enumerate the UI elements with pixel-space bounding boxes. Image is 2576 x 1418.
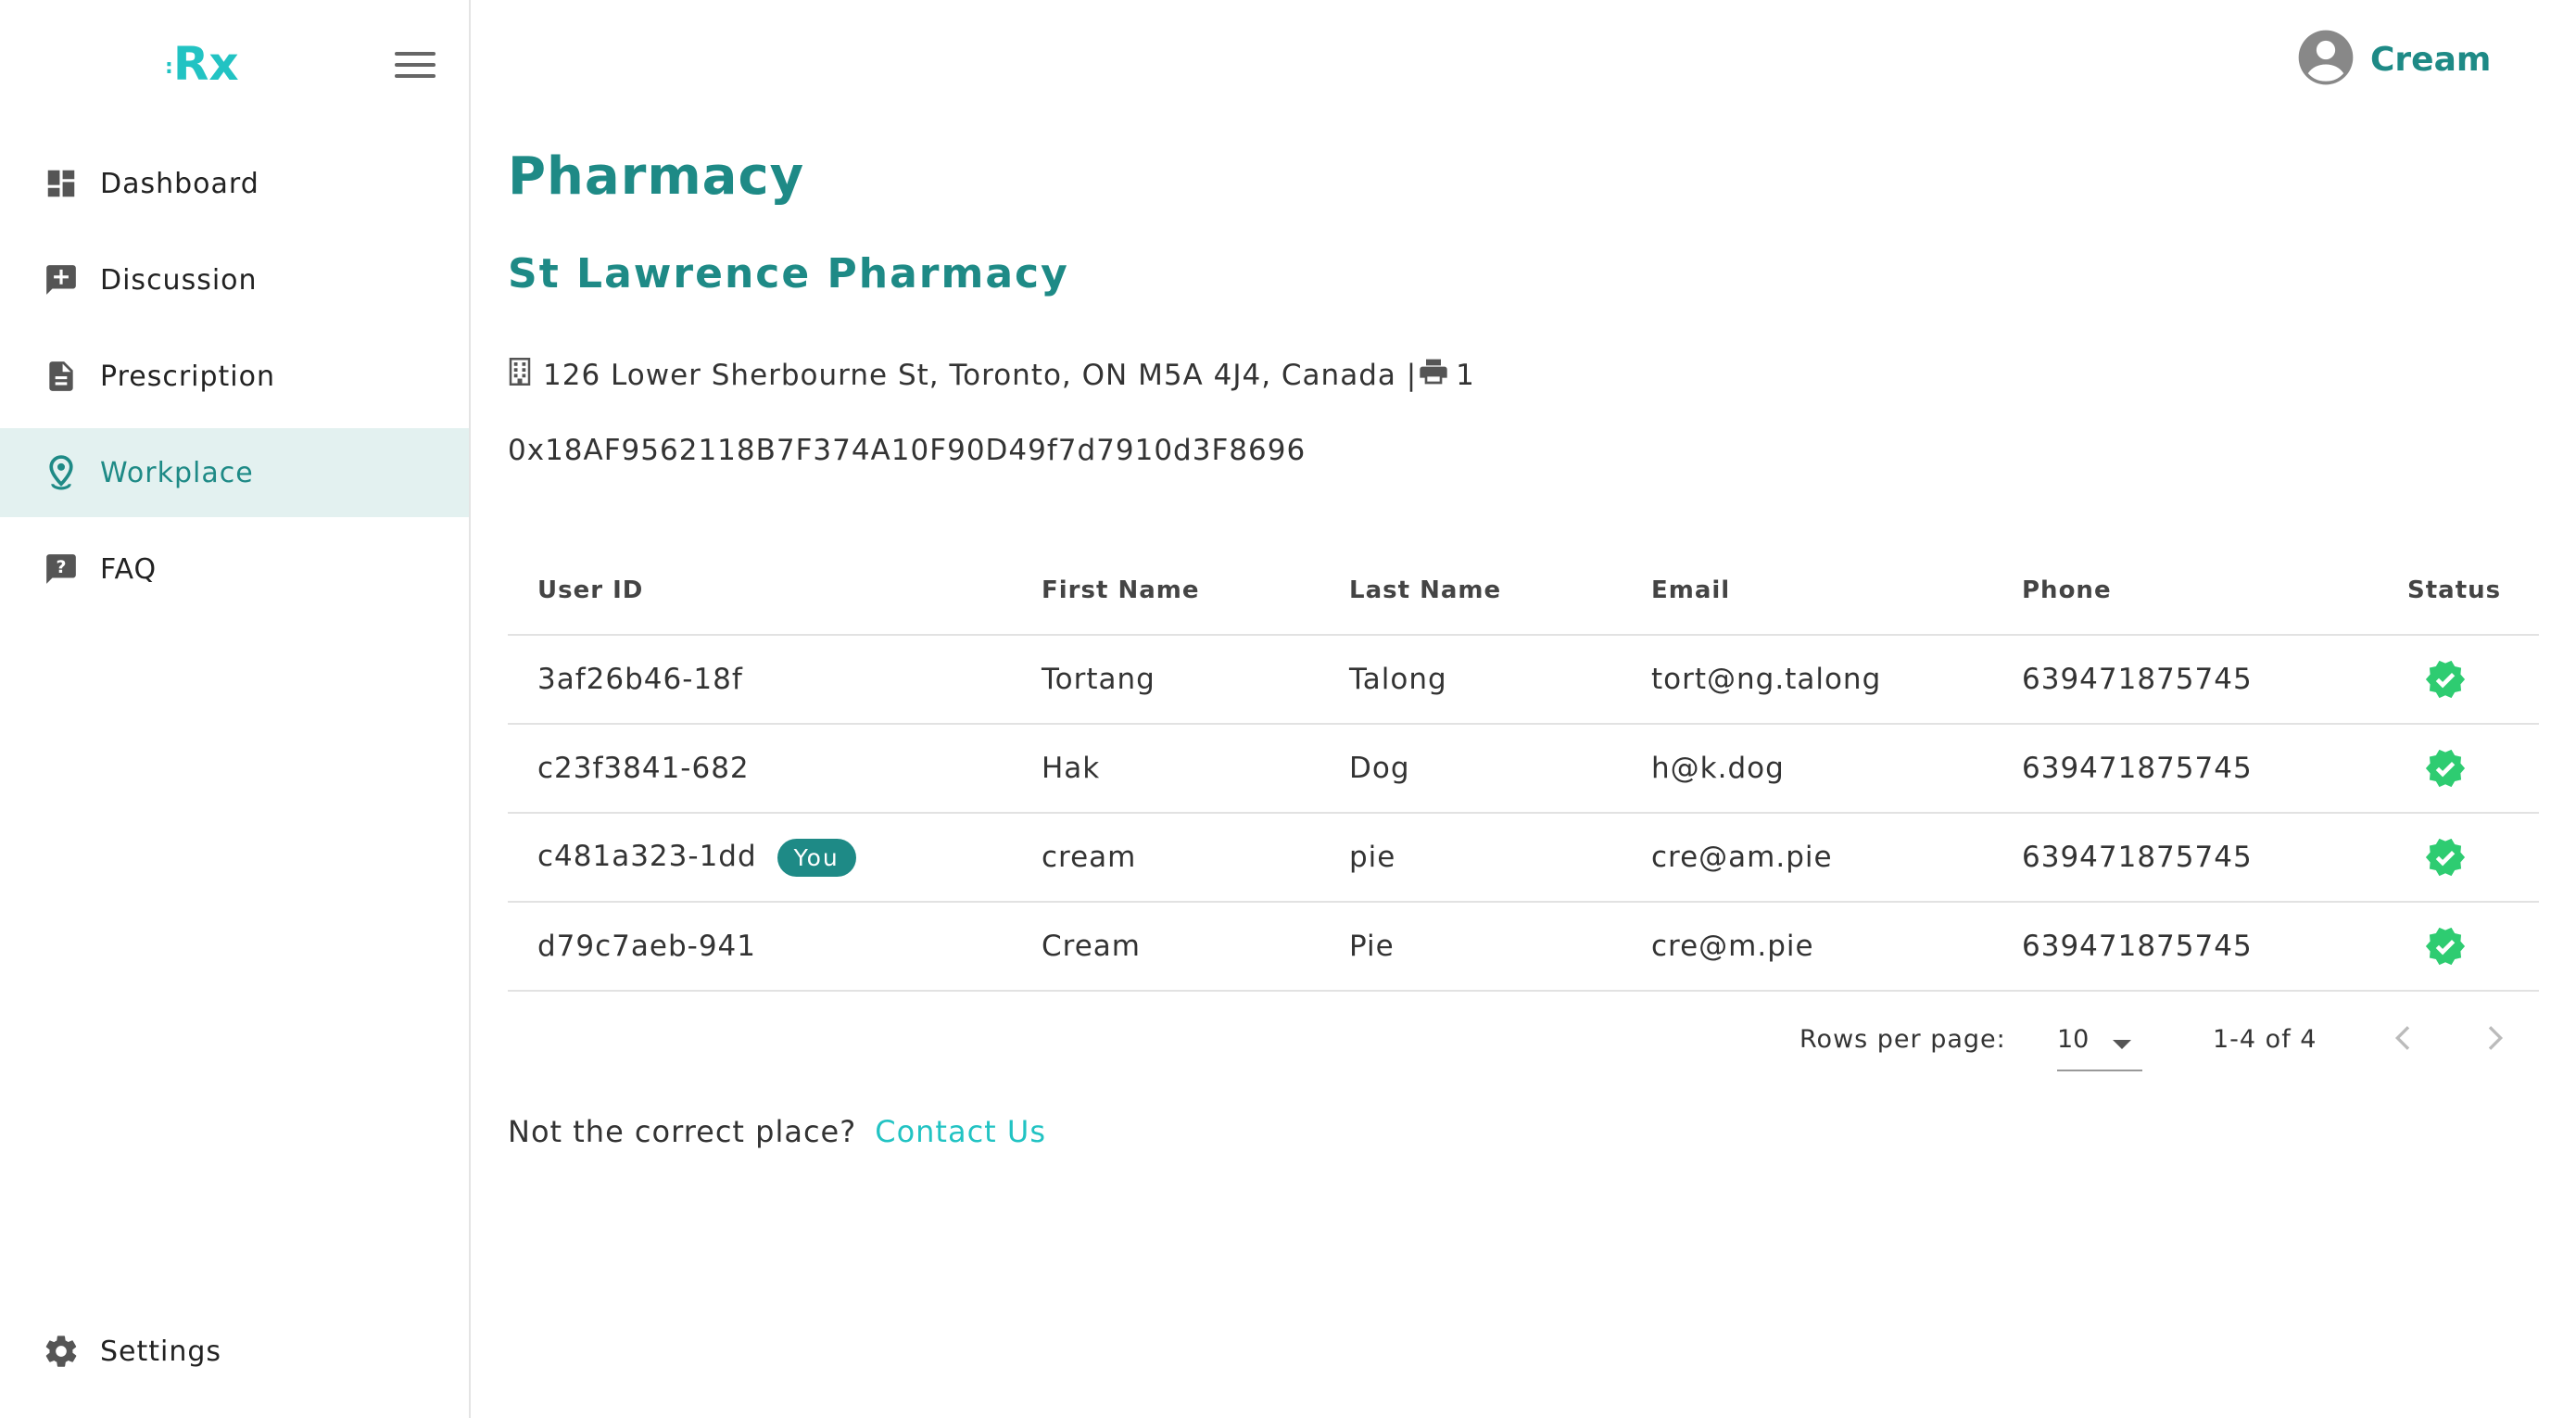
column-header-status[interactable]: Status <box>2407 576 2501 604</box>
user-id: 3af26b46-18f <box>537 663 743 696</box>
pharmacy-name: St Lawrence Pharmacy <box>508 250 1069 298</box>
page-title: Pharmacy <box>508 146 805 207</box>
user-menu[interactable]: Cream <box>2296 28 2491 91</box>
verified-badge-icon <box>2424 925 2467 968</box>
column-header-first-name[interactable]: First Name <box>1042 576 1199 604</box>
first-name: Hak <box>1042 752 1101 785</box>
question-comment-icon: ? <box>43 551 80 588</box>
phone: 639471875745 <box>2022 663 2253 696</box>
page-range: 1-4 of 4 <box>2213 1025 2317 1054</box>
user-id: d79c7aeb-941 <box>537 930 756 963</box>
document-icon <box>43 358 80 395</box>
app-logo[interactable]: :Rx <box>165 37 239 91</box>
contact-question: Not the correct place? <box>508 1114 857 1149</box>
phone: 639471875745 <box>2022 752 2253 785</box>
verified-badge-icon <box>2424 658 2467 701</box>
table-header: User ID First Name Last Name Email Phone… <box>508 547 2539 636</box>
sidebar-item-label: Prescription <box>100 360 275 393</box>
gear-icon <box>43 1333 80 1370</box>
add-comment-icon <box>43 261 80 298</box>
last-name: Dog <box>1349 752 1410 785</box>
chevron-left-icon[interactable] <box>2385 1019 2422 1057</box>
table-row[interactable]: c23f3841-682 Hak Dog h@k.dog 63947187574… <box>508 725 2539 814</box>
verified-badge-icon <box>2424 747 2467 790</box>
table-row[interactable]: c481a323-1dd You cream pie cre@am.pie 639… <box>508 814 2539 903</box>
first-name: cream <box>1042 841 1137 874</box>
settings-label: Settings <box>100 1335 222 1368</box>
sidebar-item-prescription[interactable]: Prescription <box>0 332 469 421</box>
sidebar-item-dashboard[interactable]: Dashboard <box>0 139 469 228</box>
rows-per-page-value: 10 <box>2057 1025 2090 1054</box>
pharmacy-address: 126 Lower Sherbourne St, Toronto, ON M5A… <box>508 358 1475 393</box>
fax-number: 1 <box>1456 359 1475 392</box>
you-badge: You <box>777 838 856 877</box>
contact-note: Not the correct place? Contact Us <box>508 1114 1046 1149</box>
user-name: Cream <box>2370 40 2492 79</box>
rows-per-page-select[interactable]: 10 <box>2057 1016 2142 1071</box>
column-header-phone[interactable]: Phone <box>2022 576 2112 604</box>
phone: 639471875745 <box>2022 930 2253 963</box>
sidebar-nav: Dashboard Discussion Prescription Workpl… <box>0 139 469 621</box>
sidebar-item-workplace[interactable]: Workplace <box>0 428 469 517</box>
sidebar-item-settings[interactable]: Settings <box>0 1307 469 1396</box>
building-icon <box>508 358 532 393</box>
location-pin-icon <box>43 454 80 491</box>
email: tort@ng.talong <box>1651 663 1882 696</box>
last-name: pie <box>1349 841 1396 874</box>
sidebar: :Rx Dashboard Discussion Prescription Wo… <box>0 0 471 1418</box>
sidebar-item-label: Workplace <box>100 456 254 489</box>
table-row[interactable]: 3af26b46-18f Tortang Talong tort@ng.talo… <box>508 636 2539 725</box>
sidebar-item-discussion[interactable]: Discussion <box>0 235 469 324</box>
user-id: c23f3841-682 <box>537 752 750 785</box>
email: cre@am.pie <box>1651 841 1833 874</box>
account-circle-icon <box>2296 28 2355 91</box>
sidebar-item-label: Dashboard <box>100 167 259 200</box>
contact-us-link[interactable]: Contact Us <box>875 1114 1046 1149</box>
dashboard-icon <box>43 165 80 202</box>
sidebar-item-label: FAQ <box>100 552 158 586</box>
dropdown-arrow-icon <box>2113 1040 2131 1049</box>
table-row[interactable]: d79c7aeb-941 Cream Pie cre@m.pie 6394718… <box>508 903 2539 992</box>
email: cre@m.pie <box>1651 930 1814 963</box>
table-pagination: Rows per page: 10 1-4 of 4 <box>508 1007 2539 1081</box>
user-id: c481a323-1dd You <box>537 838 856 877</box>
address-text: 126 Lower Sherbourne St, Toronto, ON M5A… <box>543 359 1418 392</box>
fax-icon <box>1419 358 1448 393</box>
email: h@k.dog <box>1651 752 1785 785</box>
column-header-last-name[interactable]: Last Name <box>1349 576 1501 604</box>
chevron-right-icon[interactable] <box>2476 1019 2513 1057</box>
svg-text:?: ? <box>56 557 66 577</box>
user-id-text: c481a323-1dd <box>537 839 757 873</box>
last-name: Talong <box>1349 663 1447 696</box>
rows-per-page-label: Rows per page: <box>1799 1025 2006 1054</box>
verified-badge-icon <box>2424 836 2467 879</box>
column-header-user-id[interactable]: User ID <box>537 576 643 604</box>
logo-text: Rx <box>172 37 239 91</box>
hamburger-menu-icon[interactable] <box>395 52 436 82</box>
members-table: User ID First Name Last Name Email Phone… <box>508 547 2539 992</box>
phone: 639471875745 <box>2022 841 2253 874</box>
sidebar-item-faq[interactable]: ? FAQ <box>0 525 469 614</box>
sidebar-item-label: Discussion <box>100 263 258 297</box>
column-header-email[interactable]: Email <box>1651 576 1730 604</box>
first-name: Cream <box>1042 930 1141 963</box>
wallet-address: 0x18AF9562118B7F374A10F90D49f7d7910d3F86… <box>508 434 1307 467</box>
last-name: Pie <box>1349 930 1395 963</box>
logo-prefix: : <box>165 56 173 79</box>
first-name: Tortang <box>1042 663 1155 696</box>
